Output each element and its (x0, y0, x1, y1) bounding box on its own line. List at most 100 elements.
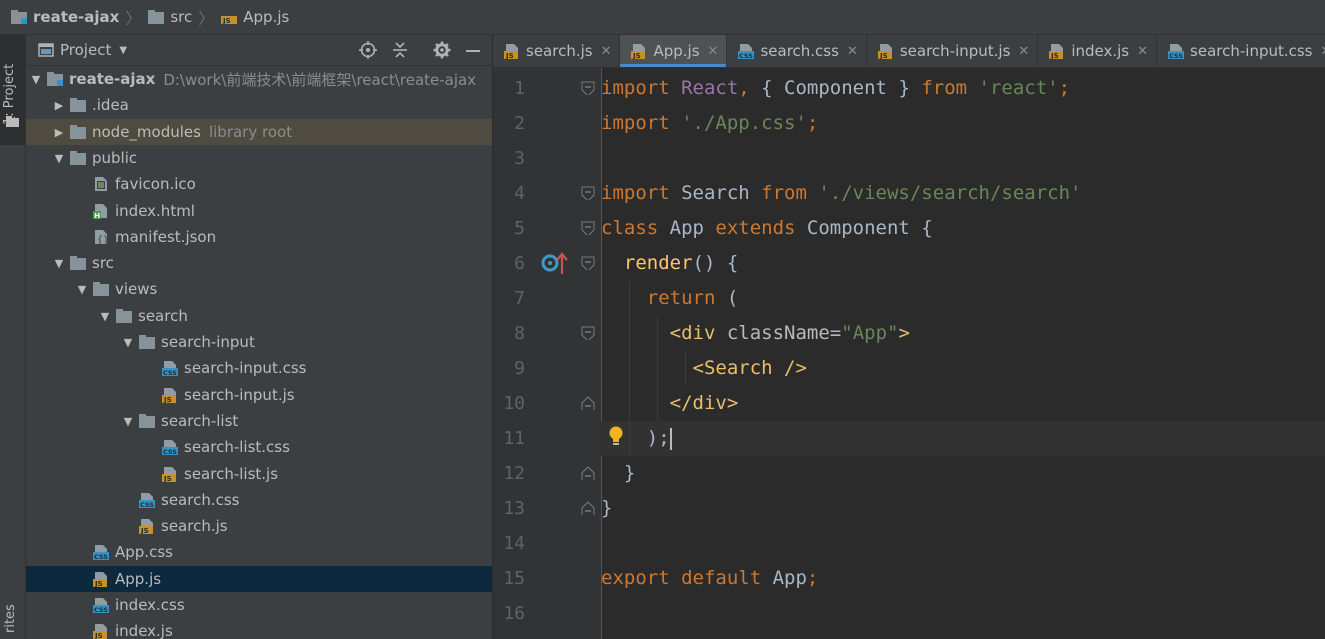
expand-arrow-icon[interactable]: ▼ (99, 310, 111, 323)
code-line[interactable]: class App extends Component { (601, 211, 1325, 246)
editor-tab[interactable]: JS App.js ✕ (620, 35, 728, 67)
tree-item[interactable]: {} manifest.json (26, 224, 492, 250)
collapse-arrow-icon[interactable]: ▶ (53, 126, 65, 139)
tree-item[interactable]: CSS search.css (26, 487, 492, 513)
close-icon[interactable]: ✕ (1018, 44, 1029, 59)
tree-item[interactable]: JS search-input.js (26, 382, 492, 408)
tree-item[interactable]: ▼ search-list (26, 408, 492, 434)
folder-icon (115, 308, 133, 324)
line-number: 14 (503, 533, 525, 554)
tree-item-label: index.css (115, 596, 185, 614)
tree-item[interactable]: ▼ reate-ajax D:\work\前端技术\前端框架\react\reate… (26, 66, 492, 92)
tree-item[interactable]: CSS search-input.css (26, 355, 492, 381)
indent-guide (685, 351, 686, 386)
expand-arrow-icon[interactable]: ▼ (53, 257, 65, 270)
fold-marker-icon[interactable] (580, 396, 596, 410)
breadcrumb-folder[interactable]: src (147, 8, 192, 26)
svg-text:JS: JS (879, 52, 888, 59)
expand-arrow-icon[interactable]: ▼ (122, 336, 134, 349)
fold-marker-icon[interactable] (580, 501, 596, 515)
code-line[interactable]: import React, { Component } from 'react'… (601, 71, 1325, 106)
close-icon[interactable]: ✕ (1137, 44, 1148, 59)
code-line[interactable] (601, 596, 1325, 631)
tree-item[interactable]: JS App.js (26, 566, 492, 592)
code-line[interactable]: </div> (601, 386, 1325, 421)
breadcrumb-file[interactable]: JS App.js (220, 8, 289, 26)
expand-arrow-icon[interactable]: ▼ (76, 283, 88, 296)
expand-arrow-icon[interactable]: ▼ (30, 73, 42, 86)
close-icon[interactable]: ✕ (847, 44, 858, 59)
locate-file-button[interactable] (357, 40, 379, 60)
indent-guide (629, 281, 630, 456)
code-line[interactable]: return ( (601, 281, 1325, 316)
tree-item[interactable]: ▼ search (26, 303, 492, 329)
code-line[interactable]: } (601, 491, 1325, 526)
tree-item[interactable]: ▼ views (26, 276, 492, 302)
overrides-method-icon[interactable] (541, 250, 571, 276)
tree-item-label: search.css (161, 491, 240, 509)
tree-item[interactable]: JS search.js (26, 513, 492, 539)
lightbulb-icon[interactable] (607, 425, 625, 447)
fold-marker-icon[interactable] (580, 326, 596, 340)
fold-marker-icon[interactable] (580, 466, 596, 480)
line-number: 1 (514, 78, 525, 99)
line-number: 6 (514, 253, 525, 274)
fold-marker-icon[interactable] (580, 186, 596, 200)
favorites-tool-label[interactable]: rites (3, 604, 18, 633)
tree-item[interactable]: ▶ node_modules library root (26, 119, 492, 145)
line-number: 7 (514, 288, 525, 309)
folder-icon (69, 255, 87, 271)
line-number: 10 (503, 393, 525, 414)
code-line[interactable]: } (601, 456, 1325, 491)
tree-item[interactable]: ▶ .idea (26, 92, 492, 118)
code-line[interactable]: render() { (601, 246, 1325, 281)
line-number: 16 (503, 603, 525, 624)
code-line[interactable]: import Search from './views/search/searc… (601, 176, 1325, 211)
editor-tab[interactable]: JS search.js ✕ (493, 35, 621, 67)
project-tool-button[interactable]: 1: Project (0, 35, 25, 145)
collapse-all-button[interactable] (389, 40, 411, 60)
close-icon[interactable]: ✕ (708, 44, 719, 59)
editor-tab[interactable]: JS search-input.js ✕ (867, 35, 1039, 67)
expand-arrow-icon[interactable]: ▼ (122, 415, 134, 428)
tree-item[interactable]: CSS App.css (26, 539, 492, 565)
tree-item[interactable]: JS search-list.js (26, 461, 492, 487)
editor-tab[interactable]: CSS search.css ✕ (727, 35, 867, 67)
close-icon[interactable]: ✕ (601, 44, 612, 59)
folder-icon (6, 116, 19, 127)
code-line[interactable]: export default App; (601, 561, 1325, 596)
editor-tab[interactable]: JS index.js ✕ (1038, 35, 1158, 67)
code-editor[interactable]: 1 2 3 4 5 6 7 8 9 10 11 12 13 14 15 16 import React, { … (493, 68, 1325, 639)
fold-marker-icon[interactable] (580, 81, 596, 95)
tree-item[interactable]: CSS search-list.css (26, 434, 492, 460)
tree-item[interactable]: CSS index.css (26, 592, 492, 618)
tree-item[interactable]: ▼ src (26, 250, 492, 276)
tree-item[interactable]: favicon.ico (26, 171, 492, 197)
editor-tab[interactable]: CSS search-input.css ✕ (1157, 35, 1325, 67)
settings-button[interactable] (431, 40, 453, 60)
code-line[interactable] (601, 141, 1325, 176)
code-line[interactable]: import './App.css'; (601, 106, 1325, 141)
hide-panel-button[interactable] (462, 40, 484, 60)
tree-item[interactable]: JS index.js (26, 618, 492, 639)
code-line[interactable] (601, 526, 1325, 561)
svg-text:CSS: CSS (163, 448, 177, 455)
code-line[interactable]: ); (601, 421, 1325, 456)
fold-marker-icon[interactable] (580, 256, 596, 270)
svg-text:JS: JS (1050, 52, 1059, 59)
js-file-icon: JS (503, 43, 521, 59)
expand-arrow-icon[interactable]: ▼ (53, 152, 65, 165)
css-file-icon: CSS (161, 439, 179, 455)
code-line[interactable]: <div className="App"> (601, 316, 1325, 351)
tree-item-label: search-input.css (184, 359, 307, 377)
code-line[interactable]: <Search /> (601, 351, 1325, 386)
tree-item[interactable]: ▼ search-input (26, 329, 492, 355)
folder-icon (138, 334, 156, 350)
close-icon[interactable]: ✕ (1321, 44, 1325, 59)
project-view-selector[interactable]: Project ▼ (38, 41, 127, 59)
tree-item[interactable]: Hindex.html (26, 198, 492, 224)
fold-marker-icon[interactable] (580, 221, 596, 235)
breadcrumb-project[interactable]: reate-ajax (10, 8, 119, 26)
collapse-arrow-icon[interactable]: ▶ (53, 99, 65, 112)
tree-item[interactable]: ▼ public (26, 145, 492, 171)
